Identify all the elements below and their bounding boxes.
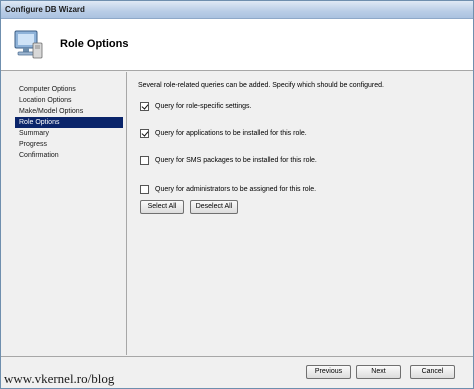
wizard-footer: www.vkernel.ro/blog Previous Next Cancel bbox=[1, 356, 473, 388]
administrators-checkbox[interactable] bbox=[140, 184, 149, 194]
previous-button[interactable]: Previous bbox=[306, 365, 351, 379]
deselect-all-button[interactable]: Deselect All bbox=[190, 200, 238, 214]
sms-packages-label: Query for SMS packages to be installed f… bbox=[155, 156, 317, 164]
role-options-panel: Several role-related queries can be adde… bbox=[128, 72, 473, 355]
nav-item-summary[interactable]: Summary bbox=[15, 128, 123, 139]
nav-item-make-model-options[interactable]: Make/Model Options bbox=[15, 106, 123, 117]
wizard-step-nav: Computer Options Location Options Make/M… bbox=[1, 72, 127, 355]
option-administrators[interactable]: Query for administrators to be assigned … bbox=[140, 184, 316, 194]
role-settings-checkbox[interactable] bbox=[140, 101, 149, 111]
nav-item-computer-options[interactable]: Computer Options bbox=[15, 84, 123, 95]
administrators-label: Query for administrators to be assigned … bbox=[155, 185, 317, 193]
applications-checkbox[interactable] bbox=[140, 128, 149, 138]
intro-text: Several role-related queries can be adde… bbox=[138, 82, 384, 89]
window-title: Configure DB Wizard bbox=[5, 5, 85, 14]
nav-item-role-options[interactable]: Role Options bbox=[15, 117, 123, 128]
nav-item-progress[interactable]: Progress bbox=[15, 139, 123, 150]
sms-packages-checkbox[interactable] bbox=[140, 155, 149, 165]
option-applications[interactable]: Query for applications to be installed f… bbox=[140, 128, 307, 138]
page-title: Role Options bbox=[60, 38, 129, 50]
option-role-specific-settings[interactable]: Query for role-specific settings. bbox=[140, 101, 251, 111]
watermark-text: www.vkernel.ro/blog bbox=[4, 371, 115, 386]
wizard-window: Configure DB Wizard Role Options Compute… bbox=[0, 0, 474, 389]
nav-item-confirmation[interactable]: Confirmation bbox=[15, 150, 123, 161]
select-all-button[interactable]: Select All bbox=[140, 200, 184, 214]
next-button[interactable]: Next bbox=[356, 365, 401, 379]
cancel-button[interactable]: Cancel bbox=[410, 365, 455, 379]
computer-icon bbox=[14, 30, 43, 59]
nav-item-location-options[interactable]: Location Options bbox=[15, 95, 123, 106]
applications-label: Query for applications to be installed f… bbox=[155, 129, 307, 137]
option-sms-packages[interactable]: Query for SMS packages to be installed f… bbox=[140, 155, 317, 165]
role-settings-label: Query for role-specific settings. bbox=[155, 102, 252, 110]
wizard-header: Role Options bbox=[1, 19, 473, 71]
title-bar[interactable]: Configure DB Wizard bbox=[1, 1, 473, 19]
